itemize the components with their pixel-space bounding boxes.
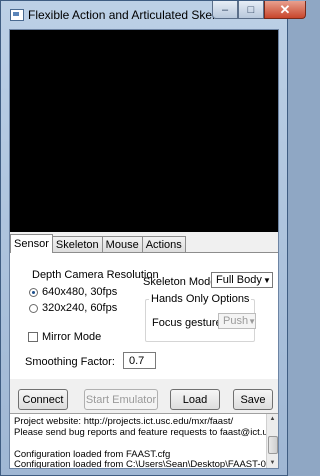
- log-line: Configuration loaded from C:\Users\Sean\…: [14, 459, 278, 468]
- mirror-mode-option[interactable]: Mirror Mode: [28, 331, 101, 343]
- chevron-down-icon: ▼: [262, 275, 271, 285]
- checkbox-icon[interactable]: [28, 332, 38, 343]
- chevron-down-icon: ▼: [248, 316, 256, 326]
- tab-skeleton[interactable]: Skeleton: [51, 236, 103, 253]
- log-line: Please send bug reports and feature requ…: [14, 427, 278, 438]
- depth-camera-view: [10, 30, 278, 232]
- tab-strip: Sensor Skeleton Mouse Actions: [10, 234, 186, 253]
- app-window: Flexible Action and Articulated Skeleton…: [0, 0, 306, 476]
- smoothing-factor-input[interactable]: 0.7: [123, 352, 156, 369]
- focus-gesture-label: Focus gesture:: [152, 317, 225, 329]
- scroll-down-icon[interactable]: ▼: [267, 458, 278, 468]
- client-area: Sensor Skeleton Mouse Actions Depth Came…: [9, 29, 279, 469]
- focus-gesture-select[interactable]: Push ▼: [218, 313, 256, 329]
- close-button[interactable]: ✕: [264, 1, 306, 19]
- resolution-option-320[interactable]: 320x240, 60fps: [29, 302, 117, 314]
- depth-resolution-label: Depth Camera Resolution: [32, 269, 159, 281]
- connect-button[interactable]: Connect: [18, 389, 68, 410]
- maximize-button[interactable]: □: [238, 1, 264, 19]
- tab-actions[interactable]: Actions: [141, 236, 186, 253]
- load-button[interactable]: Load: [170, 389, 220, 410]
- start-emulator-button[interactable]: Start Emulator: [84, 389, 158, 410]
- title-bar[interactable]: Flexible Action and Articulated Skeleton…: [1, 1, 306, 29]
- scroll-thumb[interactable]: [268, 436, 278, 454]
- radio-icon[interactable]: [29, 303, 38, 313]
- maximize-icon: □: [247, 3, 255, 16]
- close-icon: ✕: [279, 1, 291, 17]
- sensor-panel: Depth Camera Resolution 640x480, 30fps 3…: [10, 252, 278, 379]
- smoothing-factor-value: 0.7: [129, 354, 145, 367]
- resolution-option-640[interactable]: 640x480, 30fps: [29, 286, 117, 298]
- caption-buttons: – □ ✕: [212, 1, 306, 21]
- skeleton-mode-label: Skeleton Mode:: [143, 276, 220, 288]
- action-button-row: Connect Start Emulator Load Save: [10, 387, 278, 411]
- minimize-button[interactable]: –: [212, 1, 238, 19]
- save-button[interactable]: Save: [233, 389, 273, 410]
- log-output[interactable]: Project website: http://projects.ict.usc…: [10, 413, 278, 468]
- log-line: Project website: http://projects.ict.usc…: [14, 416, 234, 427]
- skeleton-mode-select[interactable]: Full Body ▼: [211, 272, 273, 288]
- tab-mouse[interactable]: Mouse: [101, 236, 143, 253]
- scroll-up-icon[interactable]: ▲: [267, 414, 278, 424]
- minimize-icon: –: [221, 3, 229, 16]
- smoothing-factor-label: Smoothing Factor:: [25, 356, 115, 368]
- focus-gesture-value: Push: [223, 315, 249, 327]
- hands-only-options-label: Hands Only Options: [149, 293, 252, 305]
- app-icon: [10, 9, 24, 21]
- skeleton-mode-value: Full Body: [216, 274, 262, 286]
- radio-selected-icon[interactable]: [29, 287, 38, 297]
- log-scrollbar[interactable]: ▲ ▼: [266, 414, 278, 468]
- tab-sensor[interactable]: Sensor: [10, 234, 53, 253]
